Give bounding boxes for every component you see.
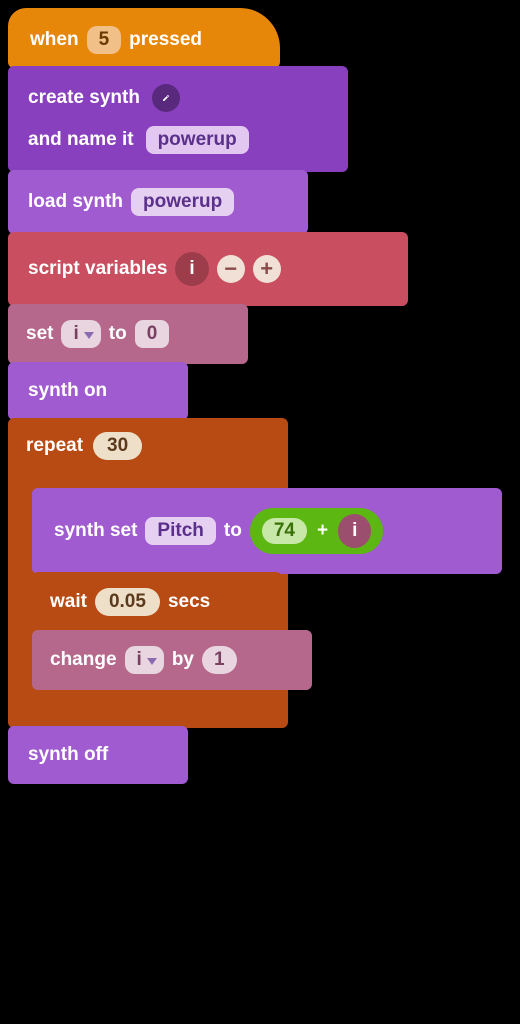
change-var-block[interactable]: change i by 1: [32, 630, 312, 690]
value-input[interactable]: 0: [135, 320, 170, 348]
wait-block[interactable]: wait 0.05 secs: [32, 572, 282, 632]
value-input[interactable]: 1: [202, 646, 237, 674]
key-slot[interactable]: 5: [87, 26, 122, 54]
label: and name it: [28, 129, 134, 151]
label: when: [30, 29, 79, 51]
load-synth-block[interactable]: load synth powerup: [8, 170, 308, 234]
repeat-body: synth set Pitch to 74 + i wait 0.05 secs…: [32, 482, 502, 694]
pencil-icon[interactable]: [152, 84, 180, 112]
synth-name-input[interactable]: powerup: [131, 188, 234, 216]
label: change: [50, 649, 117, 671]
count-input[interactable]: 30: [93, 432, 142, 460]
when-key-pressed-hat[interactable]: when 5 pressed: [8, 8, 280, 68]
operand-left[interactable]: 74: [262, 518, 307, 544]
synth-off-block[interactable]: synth off: [8, 726, 188, 784]
label: set: [26, 323, 53, 345]
script-variables-block[interactable]: script variables i − +: [8, 232, 408, 306]
repeat-footer: [8, 702, 502, 728]
plus-operator[interactable]: 74 + i: [250, 508, 384, 554]
synth-on-block[interactable]: synth on: [8, 362, 188, 420]
var-dropdown[interactable]: i: [125, 646, 164, 674]
label: load synth: [28, 191, 123, 213]
label: by: [172, 649, 194, 671]
label: create synth: [28, 87, 140, 109]
synth-name-input[interactable]: powerup: [146, 126, 249, 154]
label: to: [224, 520, 242, 542]
param-input[interactable]: Pitch: [145, 517, 215, 545]
label: pressed: [129, 29, 202, 51]
label: wait: [50, 591, 87, 613]
remove-var-button[interactable]: −: [217, 255, 245, 283]
operator-symbol: +: [317, 520, 328, 542]
synth-set-block[interactable]: synth set Pitch to 74 + i: [32, 488, 502, 574]
label: synth off: [28, 744, 108, 766]
wait-input[interactable]: 0.05: [95, 588, 160, 616]
create-synth-block[interactable]: create synth and name it powerup: [8, 66, 348, 172]
label: synth set: [54, 520, 137, 542]
var-dropdown[interactable]: i: [61, 320, 100, 348]
label: repeat: [26, 435, 83, 457]
set-var-block[interactable]: set i to 0: [8, 304, 248, 364]
label: secs: [168, 591, 210, 613]
variable-chip[interactable]: i: [175, 252, 208, 286]
label: synth on: [28, 380, 107, 402]
script-stack: when 5 pressed create synth and name it …: [8, 8, 512, 784]
label: script variables: [28, 258, 167, 280]
variable-reporter[interactable]: i: [338, 514, 371, 548]
add-var-button[interactable]: +: [253, 255, 281, 283]
label: to: [109, 323, 127, 345]
repeat-block[interactable]: repeat 30 synth set Pitch to 74 + i wait…: [8, 418, 288, 728]
